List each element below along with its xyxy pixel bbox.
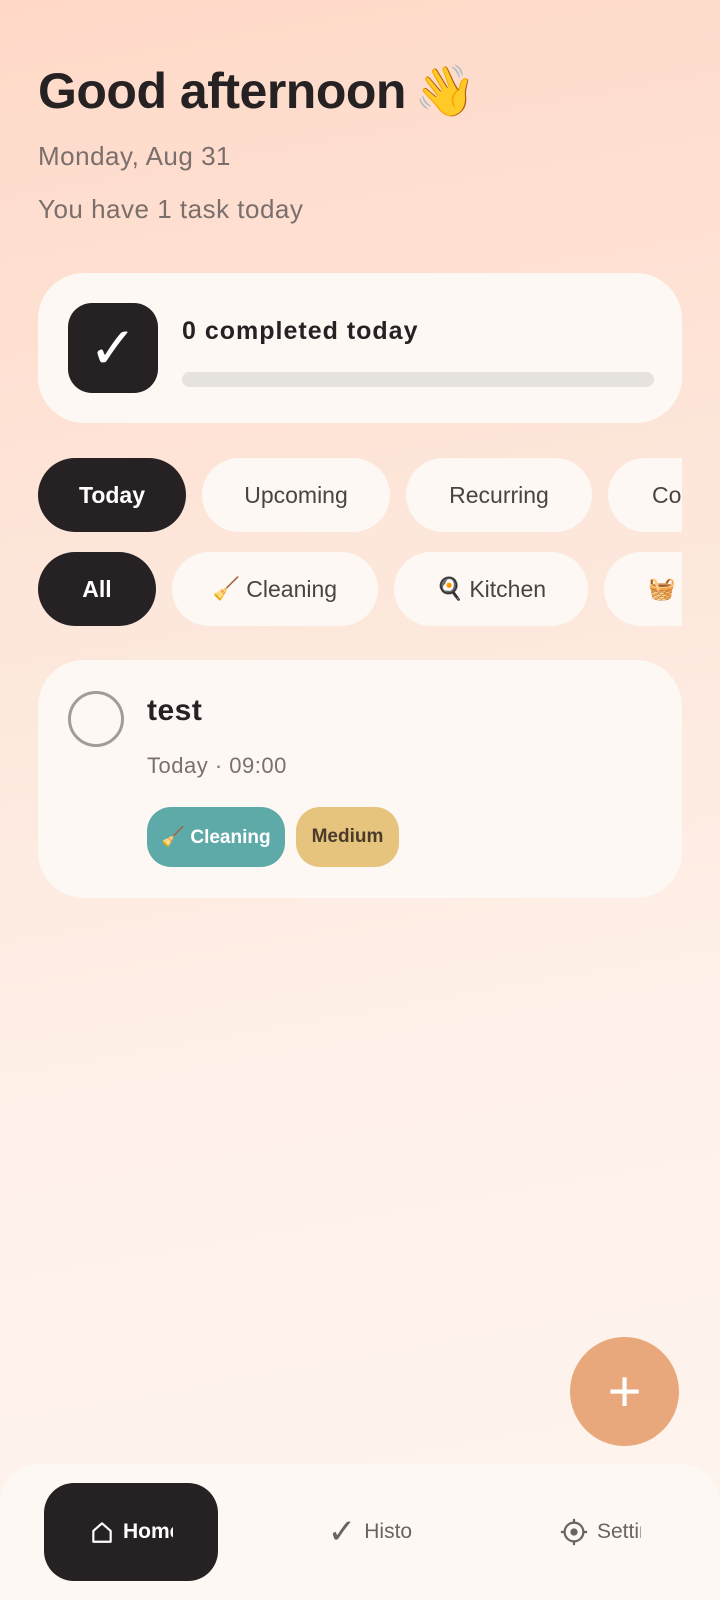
- filter-cleaning[interactable]: 🧹 Cleaning: [172, 552, 378, 626]
- greeting-text: Good afternoon: [38, 63, 406, 119]
- view-tabs: Today Upcoming Recurring Co: [38, 458, 682, 532]
- tab-recurring[interactable]: Recurring: [406, 458, 592, 532]
- filter-all[interactable]: All: [38, 552, 156, 626]
- tab-label: Recurring: [449, 481, 549, 508]
- nav-label: Home: [123, 1520, 173, 1543]
- gear-icon: [560, 1518, 588, 1546]
- filter-kitchen[interactable]: 🍳 Kitchen: [394, 552, 588, 626]
- category-filters: All 🧹 Cleaning 🍳 Kitchen 🧺: [38, 552, 682, 626]
- current-date: Monday, Aug 31: [38, 141, 231, 171]
- plus-icon: +: [607, 1358, 642, 1424]
- waving-hand-icon: 👋: [413, 63, 476, 119]
- task-priority-tag: Medium: [296, 807, 399, 867]
- add-task-button[interactable]: +: [570, 1337, 679, 1446]
- progress-label: 0 completed today: [182, 317, 419, 345]
- task-title: test: [147, 694, 203, 727]
- filter-label: Kitchen: [469, 575, 547, 602]
- tab-completed[interactable]: Co: [608, 458, 682, 532]
- tab-today[interactable]: Today: [38, 458, 186, 532]
- nav-history[interactable]: ✓ History: [300, 1483, 440, 1581]
- nav-settings[interactable]: Settings: [530, 1483, 670, 1581]
- nav-label: Settings: [597, 1520, 641, 1543]
- filter-label: Cleaning: [246, 575, 338, 602]
- tasks-summary: You have 1 task today: [38, 194, 304, 224]
- greeting-heading: Good afternoon 👋: [38, 62, 476, 121]
- filter-laundry[interactable]: 🧺: [604, 552, 682, 626]
- frying-pan-icon: 🍳: [435, 576, 464, 601]
- check-icon: ✓: [68, 303, 158, 393]
- tab-label: Upcoming: [244, 481, 348, 508]
- home-icon: [92, 1522, 112, 1543]
- filter-label: All: [82, 575, 112, 602]
- task-category-tag: 🧹 Cleaning: [147, 807, 285, 867]
- nav-home[interactable]: Home: [44, 1483, 218, 1581]
- tab-upcoming[interactable]: Upcoming: [202, 458, 390, 532]
- broom-icon: 🧹: [212, 576, 241, 601]
- check-icon: ✓: [327, 1513, 357, 1551]
- task-card[interactable]: test Today · 09:00 🧹 Cleaning Medium: [38, 660, 682, 898]
- task-due-time: Today · 09:00: [147, 753, 287, 778]
- tab-label: Today: [78, 481, 146, 508]
- progress-card: ✓ 0 completed today: [38, 273, 682, 423]
- tab-label: Co: [652, 481, 682, 508]
- nav-label: History: [364, 1520, 413, 1543]
- bottom-nav: Home ✓ History Settings: [0, 1464, 720, 1600]
- basket-icon: 🧺: [648, 576, 676, 601]
- task-complete-checkbox[interactable]: [68, 691, 124, 747]
- progress-bar: [182, 372, 654, 387]
